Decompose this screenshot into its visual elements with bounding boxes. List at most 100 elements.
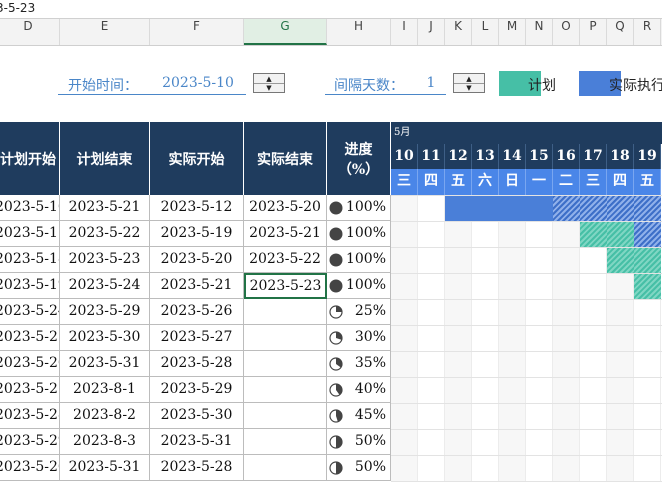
cell-progress[interactable]: 100% bbox=[327, 221, 391, 247]
cell-actual-end[interactable]: 2023-5-21 bbox=[244, 221, 327, 247]
cell-plan-end[interactable]: 2023-8-1 bbox=[60, 377, 150, 403]
plan-start-header: 计划开始 bbox=[0, 122, 60, 195]
cell-progress[interactable]: 100% bbox=[327, 273, 391, 299]
cell-progress[interactable]: 45% bbox=[327, 403, 391, 429]
cell-actual-end[interactable] bbox=[244, 429, 327, 455]
cell-plan-end[interactable]: 2023-5-30 bbox=[60, 325, 150, 351]
cell-progress[interactable]: 50% bbox=[327, 455, 391, 481]
column-header-l[interactable]: L bbox=[472, 19, 499, 45]
cell-actual-start[interactable]: 2023-5-30 bbox=[150, 403, 244, 429]
cell-plan-start[interactable]: 2023-5-29 bbox=[0, 429, 60, 455]
progress-value: 50% bbox=[354, 433, 386, 449]
gantt-weekday: 五 bbox=[634, 169, 661, 195]
column-header-j[interactable]: J bbox=[418, 19, 445, 45]
cell-actual-end[interactable]: 2023-5-20 bbox=[244, 195, 327, 221]
cell-actual-start[interactable]: 2023-5-27 bbox=[150, 325, 244, 351]
column-header-p[interactable]: P bbox=[580, 19, 607, 45]
cell-plan-start[interactable]: 2023-5-17 bbox=[0, 221, 60, 247]
column-header-i[interactable]: I bbox=[391, 19, 418, 45]
cell-plan-end[interactable]: 2023-5-22 bbox=[60, 221, 150, 247]
column-header-n[interactable]: N bbox=[526, 19, 553, 45]
control-panel: 开始时间： 2023-5-10 ▲ ▼ 间隔天数： 1 ▲ ▼ 计划 实际执行 bbox=[0, 46, 662, 122]
gantt-overlap-segment bbox=[607, 196, 634, 221]
progress-value: 35% bbox=[354, 355, 386, 371]
column-header-e[interactable]: E bbox=[60, 19, 150, 45]
start-date-spinner[interactable]: ▲ ▼ bbox=[253, 73, 285, 93]
gantt-weekday: 三 bbox=[391, 169, 418, 195]
cell-plan-end[interactable]: 2023-5-31 bbox=[60, 351, 150, 377]
cell-progress[interactable]: 35% bbox=[327, 351, 391, 377]
cell-plan-start[interactable]: 2023-5-28 bbox=[0, 403, 60, 429]
interval-spinner[interactable]: ▲ ▼ bbox=[453, 73, 485, 93]
cell-actual-start[interactable]: 2023-5-28 bbox=[150, 455, 244, 481]
gantt-day-17: 17 bbox=[580, 144, 607, 169]
column-header-r[interactable]: R bbox=[634, 19, 661, 45]
cell-actual-start[interactable]: 2023-5-21 bbox=[150, 273, 244, 299]
cell-plan-end[interactable]: 2023-5-21 bbox=[60, 195, 150, 221]
cell-plan-end[interactable]: 2023-8-2 bbox=[60, 403, 150, 429]
column-header-f[interactable]: F bbox=[150, 19, 244, 45]
cell-actual-end[interactable] bbox=[244, 403, 327, 429]
column-header-q[interactable]: Q bbox=[607, 19, 634, 45]
cell-progress[interactable]: 100% bbox=[327, 195, 391, 221]
cell-plan-end[interactable]: 2023-5-29 bbox=[60, 299, 150, 325]
cell-actual-end[interactable] bbox=[244, 455, 327, 481]
cell-actual-start[interactable]: 2023-5-26 bbox=[150, 299, 244, 325]
cell-plan-start[interactable]: 2023-5-24 bbox=[0, 299, 60, 325]
column-header-m[interactable]: M bbox=[499, 19, 526, 45]
cell-plan-start[interactable]: 2023-5-19 bbox=[0, 273, 60, 299]
cell-progress[interactable]: 100% bbox=[327, 247, 391, 273]
cell-plan-start[interactable]: 2023-5-26 bbox=[0, 351, 60, 377]
cell-actual-start[interactable]: 2023-5-29 bbox=[150, 377, 244, 403]
cell-actual-end[interactable] bbox=[244, 299, 327, 325]
gantt-month-label: 5月 bbox=[391, 122, 662, 144]
cell-actual-end[interactable]: 2023-5-22 bbox=[244, 247, 327, 273]
start-date-value[interactable]: 2023-5-10 bbox=[150, 75, 246, 91]
formula-bar[interactable]: 3-5-23 bbox=[0, 0, 662, 19]
cell-plan-start[interactable]: 2023-5-18 bbox=[0, 247, 60, 273]
cell-actual-end[interactable]: 2023-5-23 bbox=[244, 273, 327, 299]
progress-value: 100% bbox=[345, 225, 386, 241]
cell-progress[interactable]: 30% bbox=[327, 325, 391, 351]
column-header-k[interactable]: K bbox=[445, 19, 472, 45]
cell-plan-end[interactable]: 2023-5-24 bbox=[60, 273, 150, 299]
gantt-weekday: 一 bbox=[526, 169, 553, 195]
cell-progress[interactable]: 40% bbox=[327, 377, 391, 403]
cell-actual-start[interactable]: 2023-5-31 bbox=[150, 429, 244, 455]
progress-value: 40% bbox=[354, 381, 386, 397]
cell-plan-start[interactable]: 2023-5-27 bbox=[0, 377, 60, 403]
progress-pie-icon bbox=[329, 201, 343, 215]
column-header-g[interactable]: G bbox=[244, 19, 327, 45]
cell-plan-end[interactable]: 2023-5-23 bbox=[60, 247, 150, 273]
gantt-row-line bbox=[391, 377, 662, 378]
gantt-overlap-segment bbox=[634, 222, 661, 247]
gantt-day-13: 13 bbox=[472, 144, 499, 169]
spinner-down-icon[interactable]: ▼ bbox=[254, 83, 284, 92]
cell-actual-start[interactable]: 2023-5-12 bbox=[150, 195, 244, 221]
cell-actual-end[interactable] bbox=[244, 325, 327, 351]
cell-plan-start[interactable]: 2023-5-16 bbox=[0, 195, 60, 221]
cell-plan-start[interactable]: 2023-5-25 bbox=[0, 325, 60, 351]
spinner-down-icon[interactable]: ▼ bbox=[454, 83, 484, 92]
gantt-row-line bbox=[391, 273, 662, 274]
interval-value[interactable]: 1 bbox=[416, 75, 446, 91]
column-header-h[interactable]: H bbox=[327, 19, 391, 45]
cell-plan-start[interactable]: 2023-5-26 bbox=[0, 455, 60, 481]
cell-progress[interactable]: 25% bbox=[327, 299, 391, 325]
cell-actual-start[interactable]: 2023-5-19 bbox=[150, 221, 244, 247]
actual-end-header: 实际结束 bbox=[244, 122, 327, 195]
cell-progress[interactable]: 50% bbox=[327, 429, 391, 455]
cell-actual-start[interactable]: 2023-5-20 bbox=[150, 247, 244, 273]
cell-actual-end[interactable] bbox=[244, 351, 327, 377]
cell-plan-end[interactable]: 2023-8-3 bbox=[60, 429, 150, 455]
progress-pie-icon bbox=[329, 357, 343, 371]
cell-actual-start[interactable]: 2023-5-28 bbox=[150, 351, 244, 377]
cell-actual-end[interactable] bbox=[244, 377, 327, 403]
column-header-d[interactable]: D bbox=[0, 19, 60, 45]
cell-plan-end[interactable]: 2023-5-31 bbox=[60, 455, 150, 481]
progress-value: 50% bbox=[354, 459, 386, 475]
gantt-overlap-segment bbox=[634, 196, 661, 221]
gantt-day-14: 14 bbox=[499, 144, 526, 169]
gantt-weekday: 三 bbox=[580, 169, 607, 195]
column-header-o[interactable]: O bbox=[553, 19, 580, 45]
